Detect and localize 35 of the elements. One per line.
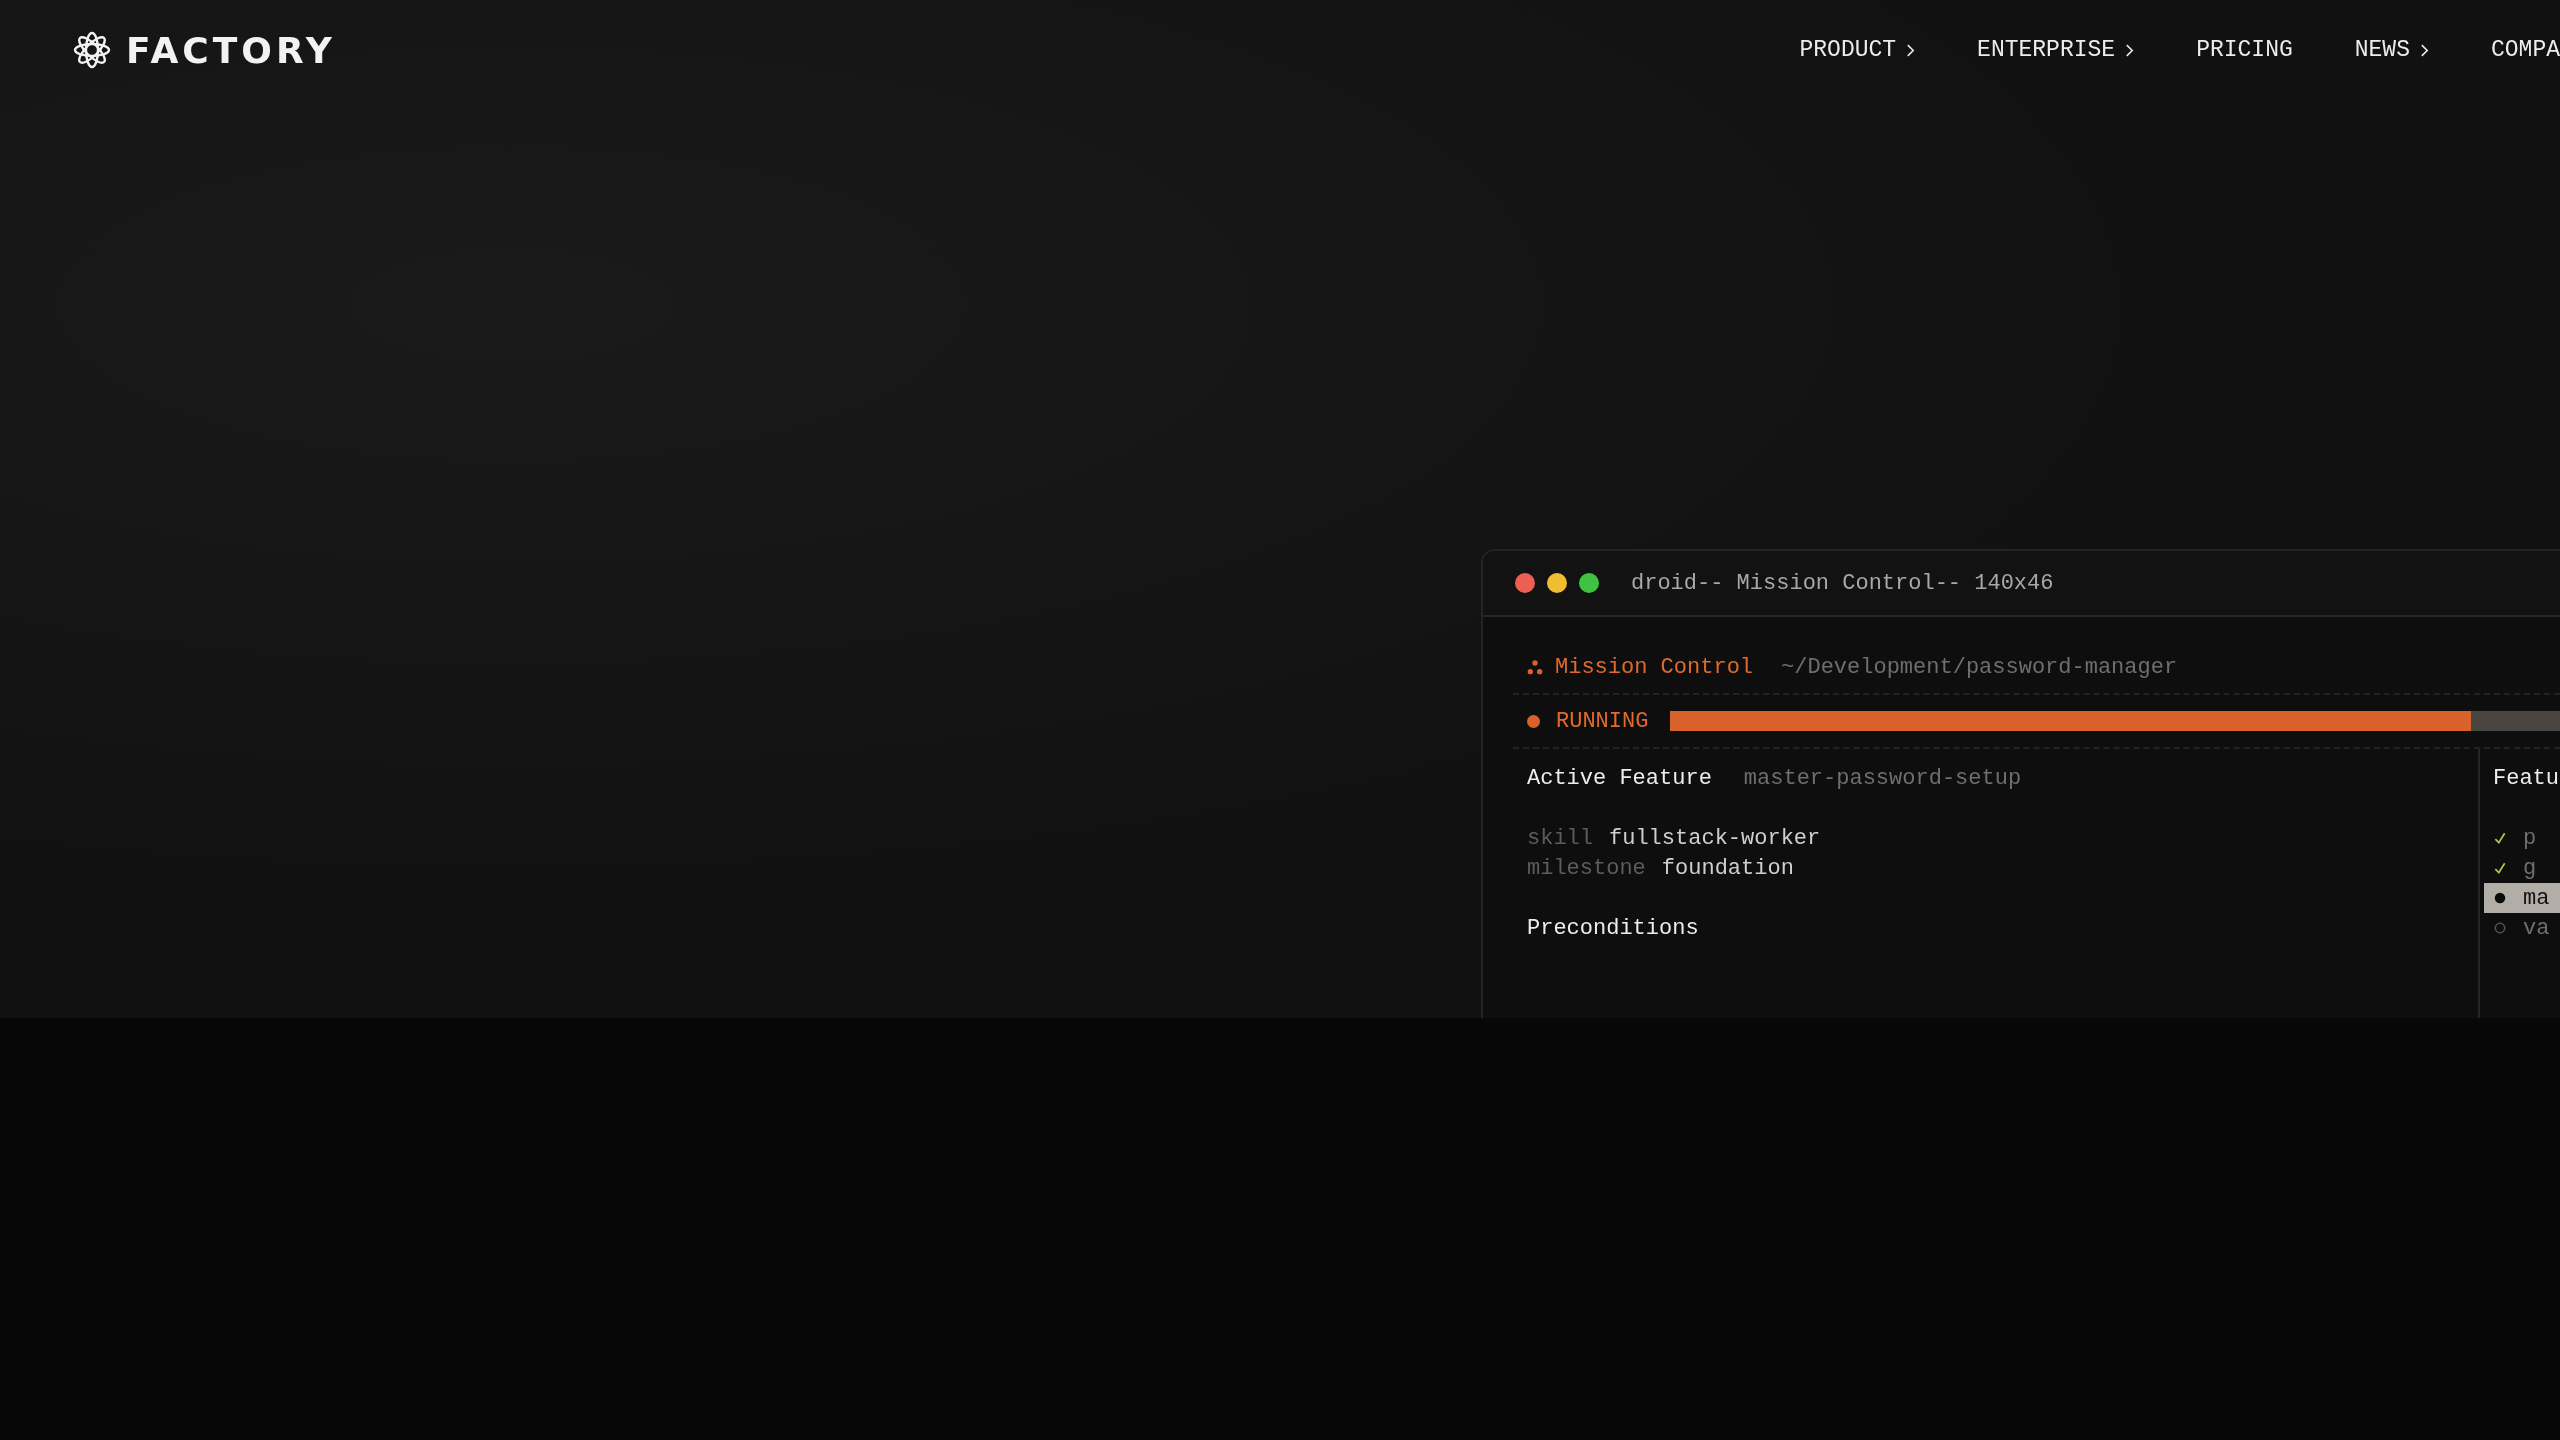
status-dot xyxy=(1527,714,1540,728)
minimize-dot[interactable] xyxy=(1547,573,1567,593)
chevron-right-icon xyxy=(1906,42,1916,58)
feature-item[interactable]: g xyxy=(2484,853,2560,883)
brand-name: FACTORY xyxy=(126,29,336,71)
section-heading: Active Feature xyxy=(1527,765,1712,791)
app-name: Mission Control xyxy=(1555,654,1754,680)
nav-link[interactable]: NEWS xyxy=(2354,37,2429,63)
circle-icon xyxy=(2493,921,2507,935)
project-path: ~/Development/password-manager xyxy=(1781,654,2178,680)
nav-link[interactable]: ENTERPRISE xyxy=(1977,37,2135,63)
detail-key: milestone xyxy=(1527,855,1646,881)
nav-link[interactable]: PRICING xyxy=(2196,37,2293,63)
feature-item[interactable]: ma xyxy=(2484,883,2560,913)
check-icon xyxy=(2493,831,2507,845)
close-dot[interactable] xyxy=(1515,573,1535,593)
detail-key: skill xyxy=(1527,825,1593,851)
panel-heading: Featu xyxy=(2493,765,2559,791)
check-icon xyxy=(2493,861,2507,875)
section-heading: Preconditions xyxy=(1527,915,1699,941)
feature-name: master-password-setup xyxy=(1743,765,2022,791)
chevron-right-icon xyxy=(2125,42,2135,58)
window-title: droid-- Mission Control-- 140x46 xyxy=(1631,570,2054,596)
detail-value: fullstack-worker xyxy=(1609,825,1821,851)
zoom-dot[interactable] xyxy=(1579,573,1599,593)
status-label: RUNNING xyxy=(1556,708,1649,734)
detail-value: foundation xyxy=(1661,855,1794,881)
feature-item[interactable]: p xyxy=(2484,823,2560,853)
dots-icon xyxy=(1527,659,1543,675)
nav-link[interactable]: COMPA xyxy=(2491,37,2560,63)
feature-item[interactable]: va xyxy=(2484,913,2560,943)
logo-icon xyxy=(72,30,112,70)
chevron-right-icon xyxy=(2420,42,2429,58)
nav-link[interactable]: PRODUCT xyxy=(1799,37,1916,63)
filled-dot-icon xyxy=(2493,891,2507,905)
